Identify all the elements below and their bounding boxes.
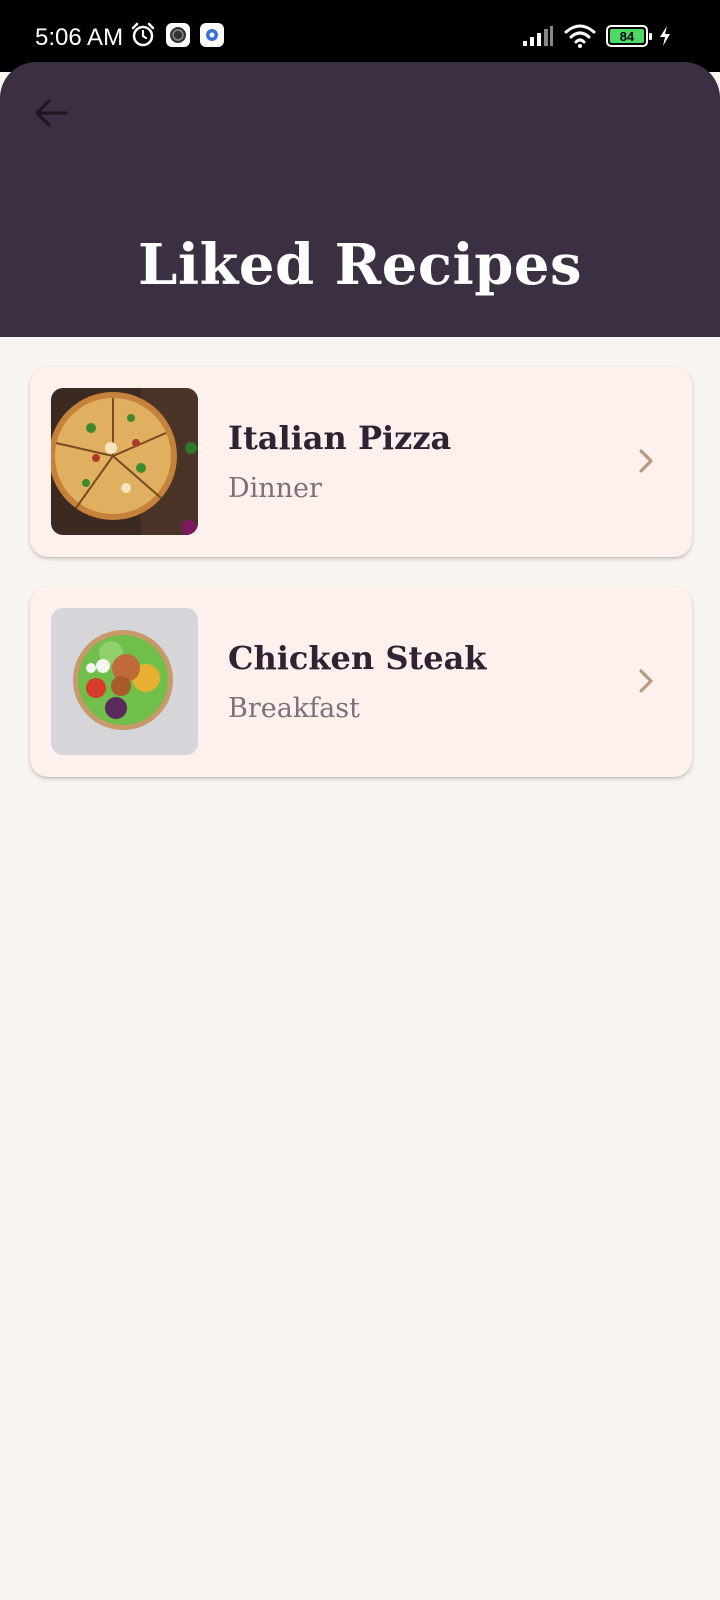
recipe-category: Breakfast bbox=[228, 693, 360, 724]
header: Liked Recipes bbox=[0, 62, 720, 337]
wifi-icon bbox=[564, 24, 596, 48]
status-time: 5:06 AM bbox=[35, 24, 124, 51]
battery-level: 84 bbox=[610, 29, 644, 44]
recipe-card[interactable]: Chicken Steak Breakfast bbox=[30, 587, 692, 777]
arrow-left-icon bbox=[35, 99, 68, 127]
recipe-card[interactable]: Italian Pizza Dinner bbox=[30, 367, 692, 557]
recipe-name: Italian Pizza bbox=[228, 419, 452, 457]
recipe-category: Dinner bbox=[228, 473, 322, 504]
status-icons-right: 84 bbox=[522, 24, 672, 48]
recipe-list: Italian Pizza Dinner Chicken Steak Break… bbox=[30, 367, 692, 807]
back-button[interactable] bbox=[26, 88, 76, 138]
page-title: Liked Recipes bbox=[137, 232, 583, 298]
battery-icon: 84 bbox=[606, 25, 652, 47]
settings-app-icon bbox=[200, 23, 224, 47]
charging-icon bbox=[660, 26, 670, 46]
signal-icon bbox=[523, 26, 553, 46]
chevron-right-icon bbox=[639, 449, 653, 473]
recipe-image bbox=[51, 608, 198, 755]
alarm-icon bbox=[131, 22, 155, 47]
recipe-image bbox=[51, 388, 198, 535]
recipe-name: Chicken Steak bbox=[228, 639, 487, 677]
status-icons-left bbox=[130, 22, 224, 48]
chevron-right-icon bbox=[639, 669, 653, 693]
app-icon bbox=[166, 23, 190, 47]
